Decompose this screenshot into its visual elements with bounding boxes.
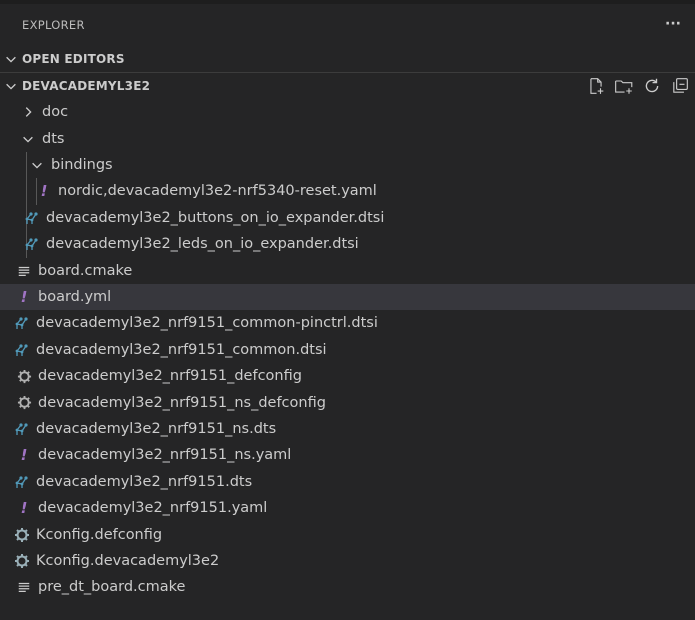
tree-item-label: devacademyl3e2_nrf9151_defconfig xyxy=(38,368,302,385)
devicetree-icon xyxy=(14,315,30,331)
tree-item-label: board.yml xyxy=(38,288,112,305)
ellipsis-icon[interactable]: ··· xyxy=(661,12,685,36)
devicetree-icon xyxy=(24,236,40,252)
tree-item-label: Kconfig.defconfig xyxy=(36,526,163,543)
tree-item-label: board.cmake xyxy=(38,262,133,279)
explorer-title: EXPLORER xyxy=(22,18,85,32)
devicetree-icon xyxy=(14,342,30,358)
gear-icon xyxy=(16,395,32,411)
chevron-right-icon xyxy=(20,104,36,120)
tree-item-file[interactable]: devacademyl3e2_nrf9151_defconfig xyxy=(0,363,695,389)
chevron-down-icon xyxy=(0,79,22,93)
chevron-down-icon xyxy=(29,157,45,173)
tree-item-file[interactable]: board.cmake xyxy=(0,257,695,283)
tree-item-file-selected[interactable]: ! board.yml xyxy=(0,283,695,311)
tree-item-label: devacademyl3e2_nrf9151_common.dtsi xyxy=(36,341,327,358)
chevron-down-icon xyxy=(0,52,22,66)
tree-item-label: doc xyxy=(42,104,69,121)
tree-item-dts[interactable]: dts xyxy=(0,125,695,151)
tree-item-label: bindings xyxy=(51,156,113,173)
yaml-icon: ! xyxy=(20,287,28,306)
tree-item-label: dts xyxy=(42,130,65,147)
yaml-icon: ! xyxy=(40,182,48,201)
tree-item-file[interactable]: Kconfig.devacademyl3e2 xyxy=(0,548,695,574)
tree-item-label: devacademyl3e2_leds_on_io_expander.dtsi xyxy=(46,236,359,253)
tree-item-file[interactable]: devacademyl3e2_nrf9151.dts xyxy=(0,469,695,495)
lines-icon xyxy=(16,263,32,279)
tree-item-file[interactable]: devacademyl3e2_nrf9151_ns.dts xyxy=(0,416,695,442)
tree-item-file[interactable]: pre_dt_board.cmake xyxy=(0,574,695,600)
yaml-icon: ! xyxy=(20,499,28,518)
workspace-actions xyxy=(585,75,691,97)
tree-item-label: devacademyl3e2_nrf9151_ns_defconfig xyxy=(38,394,326,411)
kconfig-gear-icon xyxy=(14,553,30,569)
tree-item-file[interactable]: ! devacademyl3e2_nrf9151.yaml xyxy=(0,495,695,521)
kconfig-gear-icon xyxy=(14,527,30,543)
devicetree-icon xyxy=(14,474,30,490)
workspace-header[interactable]: DEVACADEMYL3E2 xyxy=(0,72,695,99)
tree-item-label: devacademyl3e2_nrf9151.yaml xyxy=(38,500,268,517)
tree-item-label: nordic,devacademyl3e2-nrf5340-reset.yaml xyxy=(58,183,377,200)
open-editors-header[interactable]: OPEN EDITORS xyxy=(0,46,695,72)
tree-item-doc[interactable]: doc xyxy=(0,99,695,125)
tree-item-file[interactable]: ! nordic,devacademyl3e2-nrf5340-reset.ya… xyxy=(0,178,695,204)
tree-item-file[interactable]: devacademyl3e2_buttons_on_io_expander.dt… xyxy=(0,205,695,231)
devicetree-icon xyxy=(24,210,40,226)
tree-item-label: pre_dt_board.cmake xyxy=(38,579,186,596)
yaml-icon: ! xyxy=(20,446,28,465)
explorer-titlebar: EXPLORER ··· xyxy=(0,4,695,44)
tree-item-label: devacademyl3e2_nrf9151.dts xyxy=(36,473,253,490)
workspace-label: DEVACADEMYL3E2 xyxy=(22,79,151,93)
tree-item-file[interactable]: Kconfig.defconfig xyxy=(0,521,695,547)
tree-item-label: devacademyl3e2_nrf9151_ns.dts xyxy=(36,420,277,437)
tree-item-bindings[interactable]: bindings xyxy=(0,152,695,178)
chevron-down-icon xyxy=(20,131,36,147)
tree-item-file[interactable]: devacademyl3e2_nrf9151_ns_defconfig xyxy=(0,389,695,415)
tree-item-file[interactable]: devacademyl3e2_nrf9151_common-pinctrl.dt… xyxy=(0,310,695,336)
tree-item-file[interactable]: devacademyl3e2_leds_on_io_expander.dtsi xyxy=(0,231,695,257)
tree-item-file[interactable]: devacademyl3e2_nrf9151_common.dtsi xyxy=(0,337,695,363)
gear-icon xyxy=(16,368,32,384)
refresh-icon[interactable] xyxy=(641,75,663,97)
tree-item-label: Kconfig.devacademyl3e2 xyxy=(36,552,220,569)
tree-item-file[interactable]: ! devacademyl3e2_nrf9151_ns.yaml xyxy=(0,442,695,468)
lines-icon xyxy=(16,579,32,595)
new-file-icon[interactable] xyxy=(585,75,607,97)
tree-item-label: devacademyl3e2_nrf9151_common-pinctrl.dt… xyxy=(36,315,378,332)
tree-item-label: devacademyl3e2_nrf9151_ns.yaml xyxy=(38,447,292,464)
devicetree-icon xyxy=(14,421,30,437)
tree-item-label: devacademyl3e2_buttons_on_io_expander.dt… xyxy=(46,209,385,226)
open-editors-label: OPEN EDITORS xyxy=(22,52,125,66)
new-folder-icon[interactable] xyxy=(613,75,635,97)
collapse-all-icon[interactable] xyxy=(669,75,691,97)
